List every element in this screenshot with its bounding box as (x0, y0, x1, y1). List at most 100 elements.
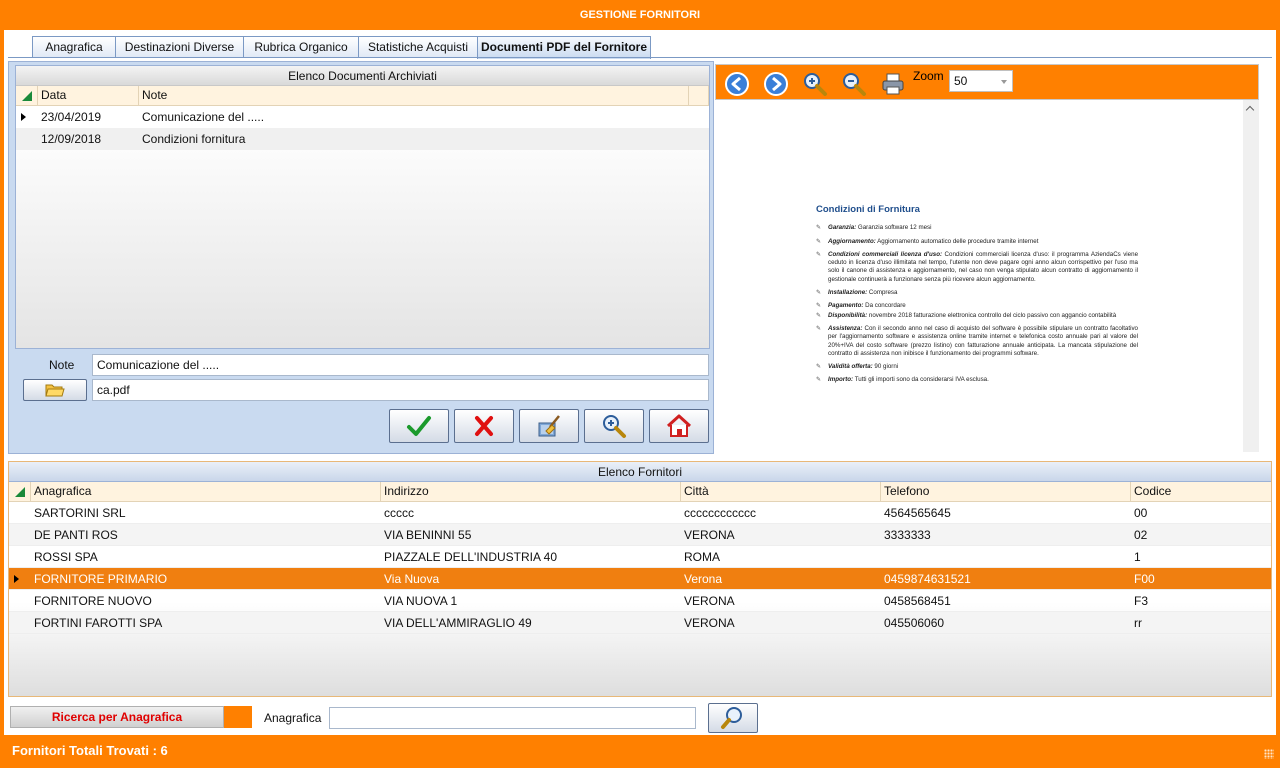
home-button[interactable] (649, 409, 709, 443)
pdf-item: Installazione: Compresa (816, 289, 1138, 298)
back-arrow-icon[interactable] (724, 71, 750, 97)
cell-indirizzo[interactable]: VIA NUOVA 1 (381, 590, 681, 611)
cell-note[interactable]: Comunicazione del ..... (139, 106, 689, 128)
cell-anagrafica[interactable]: FORTINI FAROTTI SPA (31, 612, 381, 633)
note-field[interactable]: Comunicazione del ..... (92, 354, 709, 376)
cell-telefono[interactable]: 0459874631521 (881, 568, 1131, 589)
cell-citta[interactable]: cccccccccccc (681, 502, 881, 523)
cell-anagrafica[interactable]: FORNITORE PRIMARIO (31, 568, 381, 589)
search-input[interactable] (329, 707, 696, 729)
cell-data[interactable]: 23/04/2019 (38, 106, 139, 128)
table-row[interactable]: 12/09/2018 Condizioni fornitura (16, 128, 709, 150)
browse-file-button[interactable] (23, 379, 87, 401)
row-selector[interactable] (9, 612, 31, 633)
row-selector[interactable] (9, 524, 31, 545)
row-selector[interactable] (9, 502, 31, 523)
print-icon[interactable] (880, 71, 906, 97)
cancel-button[interactable] (454, 409, 514, 443)
grid-corner-icon (9, 482, 31, 501)
pdf-item: Importo: Tutti gli importi sono da consi… (816, 376, 1138, 385)
row-selector[interactable] (16, 106, 38, 128)
cell-indirizzo[interactable]: PIAZZALE DELL'INDUSTRIA 40 (381, 546, 681, 567)
row-selector[interactable] (16, 128, 38, 150)
cell-citta[interactable]: Verona (681, 568, 881, 589)
cell-data[interactable]: 12/09/2018 (38, 128, 139, 150)
clear-button[interactable] (519, 409, 579, 443)
table-row[interactable]: ROSSI SPA PIAZZALE DELL'INDUSTRIA 40 ROM… (9, 546, 1271, 568)
row-selector[interactable] (9, 568, 31, 589)
cell-anagrafica[interactable]: SARTORINI SRL (31, 502, 381, 523)
col-header-codice[interactable]: Codice (1131, 482, 1271, 501)
pdf-item: Pagamento: Da concordare (816, 302, 1138, 311)
tab-statistiche-acquisti[interactable]: Statistiche Acquisti (358, 36, 478, 58)
table-row[interactable]: 23/04/2019 Comunicazione del ..... (16, 106, 709, 128)
search-mode-label[interactable]: Ricerca per Anagrafica (10, 706, 224, 728)
zoom-in-icon[interactable] (802, 71, 828, 97)
tab-documenti-pdf[interactable]: Documenti PDF del Fornitore (477, 36, 651, 59)
cell-codice[interactable]: rr (1131, 612, 1271, 633)
cell-telefono[interactable]: 3333333 (881, 524, 1131, 545)
confirm-button[interactable] (389, 409, 449, 443)
forward-arrow-icon[interactable] (763, 71, 789, 97)
view-document-button[interactable] (584, 409, 644, 443)
cell-indirizzo[interactable]: VIA BENINNI 55 (381, 524, 681, 545)
cell-codice[interactable]: F00 (1131, 568, 1271, 589)
tab-destinazioni-diverse[interactable]: Destinazioni Diverse (115, 36, 244, 58)
cell-indirizzo[interactable]: VIA DELL'AMMIRAGLIO 49 (381, 612, 681, 633)
cell-citta[interactable]: ROMA (681, 546, 881, 567)
row-selector[interactable] (9, 546, 31, 567)
pdf-doc-title: Condizioni di Fornitura (816, 204, 920, 215)
cell-codice[interactable]: F3 (1131, 590, 1271, 611)
col-header-indirizzo[interactable]: Indirizzo (381, 482, 681, 501)
col-header-telefono[interactable]: Telefono (881, 482, 1131, 501)
col-header-anagrafica[interactable]: Anagrafica (31, 482, 381, 501)
scroll-up-icon[interactable] (1245, 105, 1255, 115)
table-row[interactable]: SARTORINI SRL ccccc cccccccccccc 4564565… (9, 502, 1271, 524)
search-icon (721, 707, 742, 729)
cell-note[interactable]: Condizioni fornitura (139, 128, 689, 150)
tab-rubrica-organico[interactable]: Rubrica Organico (243, 36, 359, 58)
cell-telefono[interactable] (881, 546, 1131, 567)
search-mode-indicator (224, 706, 252, 728)
cell-indirizzo[interactable]: ccccc (381, 502, 681, 523)
cell-codice[interactable]: 00 (1131, 502, 1271, 523)
col-header-data[interactable]: Data (38, 86, 139, 105)
resize-grip-icon[interactable] (1264, 749, 1274, 759)
folder-icon (45, 384, 65, 397)
tab-anagrafica[interactable]: Anagrafica (32, 36, 116, 58)
window-title: GESTIONE FORNITORI (0, 0, 1280, 30)
cell-citta[interactable]: VERONA (681, 612, 881, 633)
magnifier-icon (603, 415, 626, 438)
cell-codice[interactable]: 1 (1131, 546, 1271, 567)
cell-citta[interactable]: VERONA (681, 590, 881, 611)
table-row-selected[interactable]: FORNITORE PRIMARIO Via Nuova Verona 0459… (9, 568, 1271, 590)
cell-indirizzo[interactable]: Via Nuova (381, 568, 681, 589)
cell-citta[interactable]: VERONA (681, 524, 881, 545)
cell-telefono[interactable]: 045506060 (881, 612, 1131, 633)
row-selector[interactable] (9, 590, 31, 611)
zoom-out-icon[interactable] (841, 71, 867, 97)
cell-anagrafica[interactable]: ROSSI SPA (31, 546, 381, 567)
main-content: Anagrafica Destinazioni Diverse Rubrica … (4, 30, 1276, 735)
zoom-select[interactable]: 50 (949, 70, 1013, 92)
col-header-note[interactable]: Note (139, 86, 689, 105)
search-button[interactable] (708, 703, 758, 733)
table-row[interactable]: FORNITORE NUOVO VIA NUOVA 1 VERONA 04585… (9, 590, 1271, 612)
note-label: Note (49, 358, 75, 372)
cell-anagrafica[interactable]: FORNITORE NUOVO (31, 590, 381, 611)
pdf-page[interactable]: Condizioni di Fornitura Garanzia: Garanz… (715, 100, 1243, 452)
cell-telefono[interactable]: 4564565645 (881, 502, 1131, 523)
cell-telefono[interactable]: 0458568451 (881, 590, 1131, 611)
cell-codice[interactable]: 02 (1131, 524, 1271, 545)
tab-divider (8, 57, 1272, 58)
x-icon (475, 416, 493, 436)
pdf-scrollbar[interactable] (1243, 100, 1259, 452)
documents-grid-header: Data Note (16, 86, 709, 106)
col-header-citta[interactable]: Città (681, 482, 881, 501)
pdf-toolbar: Zoom 50 (715, 64, 1259, 100)
table-row[interactable]: FORTINI FAROTTI SPA VIA DELL'AMMIRAGLIO … (9, 612, 1271, 634)
file-field[interactable]: ca.pdf (92, 379, 709, 401)
table-row[interactable]: DE PANTI ROS VIA BENINNI 55 VERONA 33333… (9, 524, 1271, 546)
house-icon (666, 414, 692, 437)
cell-anagrafica[interactable]: DE PANTI ROS (31, 524, 381, 545)
